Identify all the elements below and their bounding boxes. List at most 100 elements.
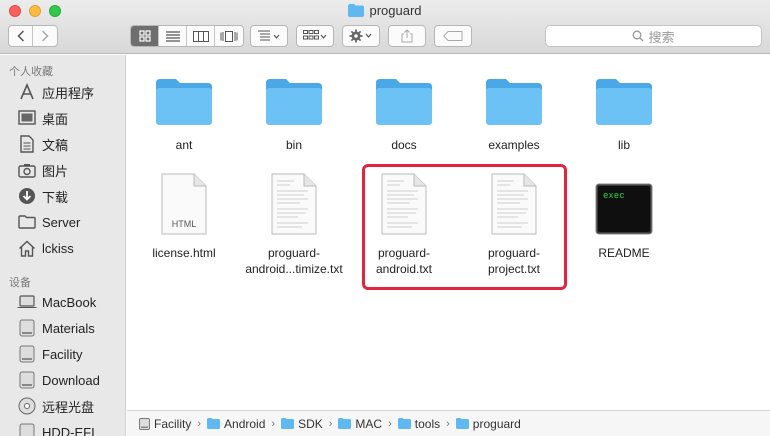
file-name: license.html <box>152 246 216 260</box>
applications-icon <box>17 82 37 102</box>
sidebar: 个人收藏 应用程序 桌面 文稿 图片 下载 Server lckiss 设备 M… <box>0 55 126 436</box>
sidebar-item-hdd-efi[interactable]: HDD-EFI <box>17 421 95 436</box>
path-label: Facility <box>154 416 192 431</box>
forward-button[interactable] <box>33 26 57 46</box>
back-button[interactable] <box>9 26 33 46</box>
arrange-icon <box>258 30 280 41</box>
disk-icon <box>139 417 150 430</box>
sidebar-item-label: Download <box>42 372 100 388</box>
share-button[interactable] <box>388 25 426 47</box>
sidebar-item-facility[interactable]: Facility <box>17 343 82 365</box>
chevron-right-icon <box>41 30 49 42</box>
documents-icon <box>17 134 37 154</box>
disk-icon <box>17 344 37 364</box>
search-icon <box>633 30 644 42</box>
html-document-icon: HTML <box>161 173 207 235</box>
sidebar-item-desktop[interactable]: 桌面 <box>17 107 68 129</box>
file-item-bin[interactable]: bin <box>239 65 349 153</box>
path-item-android[interactable]: Android <box>207 417 265 431</box>
gear-icon <box>349 29 372 43</box>
path-item-facility[interactable]: Facility <box>139 417 191 431</box>
edit-tags-button[interactable] <box>434 25 472 47</box>
selection-highlight-box <box>362 164 567 290</box>
chevron-right-icon: › <box>271 417 276 430</box>
file-item-proguard-android-optimize[interactable]: proguard- android...timize.txt <box>239 173 349 277</box>
desktop-icon <box>17 108 37 128</box>
action-button[interactable] <box>342 25 380 47</box>
folder-icon <box>207 418 221 429</box>
sidebar-item-label: Facility <box>42 346 83 362</box>
sidebar-item-documents[interactable]: 文稿 <box>17 133 68 155</box>
file-name-line2: android...timize.txt <box>245 262 343 276</box>
path-label: MAC <box>355 416 383 431</box>
terminal-exec-icon: exec <box>595 183 653 235</box>
group-button[interactable] <box>296 25 334 47</box>
list-icon <box>165 30 180 42</box>
arrange-button[interactable] <box>250 25 288 47</box>
folder-icon <box>455 418 469 429</box>
file-item-license-html[interactable]: HTML license.html <box>129 173 239 261</box>
path-label: tools <box>414 416 441 431</box>
chevron-right-icon: › <box>328 417 333 430</box>
folder-icon <box>596 79 652 125</box>
file-name: README <box>598 246 650 260</box>
text-document-icon <box>271 173 317 235</box>
sidebar-item-download[interactable]: Download <box>17 369 100 391</box>
chevron-right-icon: › <box>197 417 202 430</box>
folder-icon <box>338 418 352 429</box>
sidebar-item-label: MacBook <box>42 294 97 310</box>
favorites-header: 个人收藏 <box>9 66 53 78</box>
sidebar-item-remote-disc[interactable]: 远程光盘 <box>17 395 94 417</box>
path-item-proguard[interactable]: proguard <box>455 417 521 431</box>
search-field[interactable]: 搜索 <box>545 25 762 47</box>
icon-view-button[interactable] <box>131 26 159 46</box>
path-item-mac[interactable]: MAC <box>338 417 382 431</box>
navigation-buttons <box>8 25 58 47</box>
window-toolbar: proguard 搜索 <box>0 0 770 54</box>
folder-icon <box>376 79 432 125</box>
file-item-lib[interactable]: lib <box>569 65 679 153</box>
group-icon <box>303 30 327 40</box>
chevron-right-icon: › <box>446 417 450 430</box>
file-item-readme[interactable]: exec README <box>569 173 679 261</box>
sidebar-item-label: 图片 <box>42 163 69 179</box>
optical-disc-icon <box>17 396 37 416</box>
file-name: lib <box>617 138 630 152</box>
view-mode-selector <box>130 25 244 47</box>
sidebar-item-downloads[interactable]: 下载 <box>17 185 68 207</box>
file-name: examples <box>488 138 540 152</box>
window-title: proguard <box>369 3 422 18</box>
sidebar-item-label: Server <box>42 214 81 230</box>
path-label: Android <box>224 416 266 431</box>
sidebar-item-home[interactable]: lckiss <box>17 237 74 259</box>
path-item-sdk[interactable]: SDK <box>281 417 323 431</box>
laptop-icon <box>17 292 37 312</box>
chevron-left-icon <box>16 30 24 42</box>
column-view-button[interactable] <box>187 26 215 46</box>
sidebar-item-pictures[interactable]: 图片 <box>17 159 68 181</box>
file-item-ant[interactable]: ant <box>129 65 239 153</box>
file-name: ant <box>175 138 193 152</box>
path-item-tools[interactable]: tools <box>397 416 441 431</box>
sidebar-item-label: 下载 <box>42 189 69 205</box>
disk-icon <box>17 422 37 436</box>
sidebar-item-macbook[interactable]: MacBook <box>17 291 96 313</box>
file-item-examples[interactable]: examples <box>459 65 569 153</box>
folder-icon <box>348 4 365 20</box>
sidebar-item-label: Materials <box>42 320 95 336</box>
sidebar-item-applications[interactable]: 应用程序 <box>17 81 94 103</box>
file-grid: ant bin docs examples lib HTML license.h… <box>127 55 770 410</box>
folder-icon <box>156 79 212 125</box>
sidebar-item-server[interactable]: Server <box>17 211 80 233</box>
columns-icon <box>192 30 209 42</box>
sidebar-item-materials[interactable]: Materials <box>17 317 95 339</box>
file-name-line1: proguard- <box>267 246 321 260</box>
path-label: SDK <box>298 416 323 431</box>
sidebar-item-label: 桌面 <box>42 111 69 127</box>
cover-flow-view-button[interactable] <box>215 26 243 46</box>
chevron-right-icon: › <box>388 417 392 430</box>
tag-icon <box>443 31 463 41</box>
folder-icon <box>486 79 542 125</box>
list-view-button[interactable] <box>159 26 187 46</box>
file-item-docs[interactable]: docs <box>349 65 459 153</box>
